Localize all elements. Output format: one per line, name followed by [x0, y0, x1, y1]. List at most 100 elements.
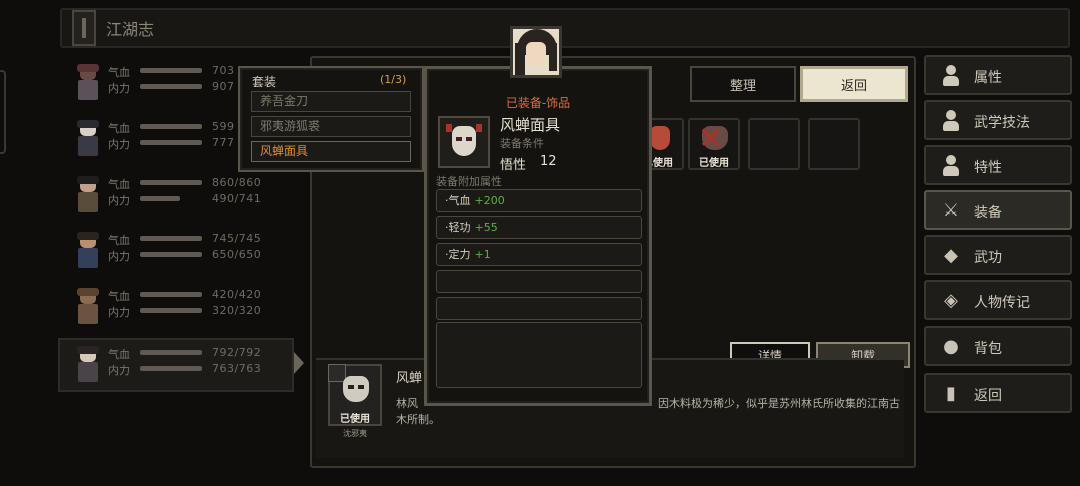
left-edge-tab[interactable]	[0, 70, 6, 154]
character-row[interactable]: 气血 860/860 内力 490/741	[60, 170, 300, 224]
menu-equipment-button[interactable]: ⚔ 装备	[924, 190, 1072, 230]
hp-label: 气血	[108, 234, 130, 247]
requirement-stat: 悟性	[500, 158, 527, 173]
bonus-row: ·定力 +1	[436, 243, 642, 266]
hp-bar	[140, 124, 202, 129]
menu-martial-skills-button[interactable]: 武学技法	[924, 100, 1072, 140]
character-row[interactable]: 气血 745/745 内力 650/650	[60, 226, 300, 280]
item-description: 木所制。	[396, 413, 440, 426]
selection-arrow-icon	[294, 352, 304, 374]
set-item[interactable]: 养吾金刀	[251, 91, 411, 112]
hp-bar	[140, 180, 202, 185]
inventory-slot-empty[interactable]	[808, 118, 860, 170]
mask-icon	[438, 116, 490, 168]
bonus-title: 装备附加属性	[436, 175, 502, 188]
set-item[interactable]: 邪夷游狐裘	[251, 116, 411, 137]
bonus-row-empty	[436, 270, 642, 293]
mp-label: 内力	[108, 364, 130, 377]
book-icon	[72, 10, 96, 46]
character-row[interactable]: 气血 420/420 内力 320/320	[60, 282, 300, 336]
mp-bar	[140, 252, 202, 257]
bag-icon: ●	[943, 336, 959, 357]
character-sprite-icon	[72, 288, 102, 328]
bonus-row: ·气血 +200	[436, 189, 642, 212]
mp-value: 320/320	[212, 304, 262, 317]
item-description: 林风	[396, 397, 418, 410]
mp-value: 763/763	[212, 362, 262, 375]
menu-return-button[interactable]: ▮ 返回	[924, 373, 1072, 413]
sort-button[interactable]: 整理	[690, 66, 796, 102]
equip-type-label: 已装备-饰品	[505, 96, 571, 110]
menu-bag-button[interactable]: ● 背包	[924, 326, 1072, 366]
inventory-slot-empty[interactable]	[748, 118, 800, 170]
person-icon	[940, 65, 962, 87]
hp-bar	[140, 292, 202, 297]
mp-value: 907	[212, 80, 235, 93]
mp-label: 内力	[108, 250, 130, 263]
character-sprite-icon	[72, 232, 102, 272]
hp-label: 气血	[108, 290, 130, 303]
hp-value: 792/792	[212, 346, 262, 359]
menu-biography-button[interactable]: ◈ 人物传记	[924, 280, 1072, 320]
mp-label: 内力	[108, 306, 130, 319]
character-sprite-icon	[72, 120, 102, 160]
owner-label: 沈邪夷	[343, 429, 367, 438]
mp-bar	[140, 366, 202, 371]
bonus-row: ·轻功 +55	[436, 216, 642, 239]
hp-label: 气血	[108, 348, 130, 361]
hp-bar	[140, 350, 202, 355]
bonus-name: ·定力	[445, 248, 471, 261]
menu-label: 武功	[974, 250, 1002, 266]
bonus-value: +1	[474, 248, 491, 261]
mp-bar	[140, 140, 202, 145]
character-sprite-icon	[72, 346, 102, 386]
mp-value: 777	[212, 136, 235, 149]
hp-bar	[140, 236, 202, 241]
mp-value: 490/741	[212, 192, 262, 205]
book-icon: ◈	[944, 290, 958, 311]
used-label: 已使用	[699, 158, 729, 169]
mp-bar	[140, 84, 202, 89]
used-label: 已使用	[340, 414, 370, 425]
page-title: 江湖志	[106, 20, 155, 39]
menu-label: 属性	[974, 70, 1002, 86]
mp-label: 内力	[108, 138, 130, 151]
hp-value: 703	[212, 64, 235, 77]
mp-bar	[140, 308, 202, 313]
menu-label: 背包	[974, 341, 1002, 357]
menu-kungfu-button[interactable]: ◆ 武功	[924, 235, 1072, 275]
mp-bar	[140, 196, 180, 201]
item-description: 因木料极为稀少，似乎是苏州林氏所收集的江南古	[658, 397, 900, 410]
crossed-out-icon: ✕	[698, 121, 724, 156]
menu-attributes-button[interactable]: 属性	[924, 55, 1072, 95]
bonus-value: +55	[474, 221, 498, 234]
top-bar	[60, 8, 1070, 48]
character-row-selected[interactable]: 气血 792/792 内力 763/763	[58, 338, 294, 392]
item-name: 风蝉	[396, 371, 423, 386]
inventory-slot[interactable]: ✕ 已使用	[688, 118, 740, 170]
sword-icon: ⚔	[942, 200, 960, 221]
set-count: (1/3)	[380, 73, 407, 86]
menu-label: 装备	[974, 205, 1002, 221]
bonus-name: ·气血	[445, 194, 471, 207]
mask-icon	[343, 376, 369, 402]
character-sprite-icon	[72, 176, 102, 216]
menu-label: 武学技法	[974, 115, 1030, 131]
mp-value: 650/650	[212, 248, 262, 261]
hp-label: 气血	[108, 66, 130, 79]
hp-label: 气血	[108, 178, 130, 191]
item-name: 风蝉面具	[500, 116, 561, 134]
set-item-equipped[interactable]: 风蝉面具	[251, 141, 411, 162]
menu-label: 返回	[974, 388, 1002, 404]
martial-person-icon	[940, 110, 962, 132]
requirement-value: 12	[540, 154, 557, 169]
menu-label: 人物传记	[974, 295, 1030, 311]
menu-traits-button[interactable]: 特性	[924, 145, 1072, 185]
character-sprite-icon	[72, 64, 102, 104]
back-button[interactable]: 返回	[800, 66, 908, 102]
set-title: 套装	[252, 75, 277, 89]
hp-label: 气血	[108, 122, 130, 135]
hp-value: 599	[212, 120, 235, 133]
exit-door-icon: ▮	[946, 383, 956, 404]
menu-label: 特性	[974, 160, 1002, 176]
